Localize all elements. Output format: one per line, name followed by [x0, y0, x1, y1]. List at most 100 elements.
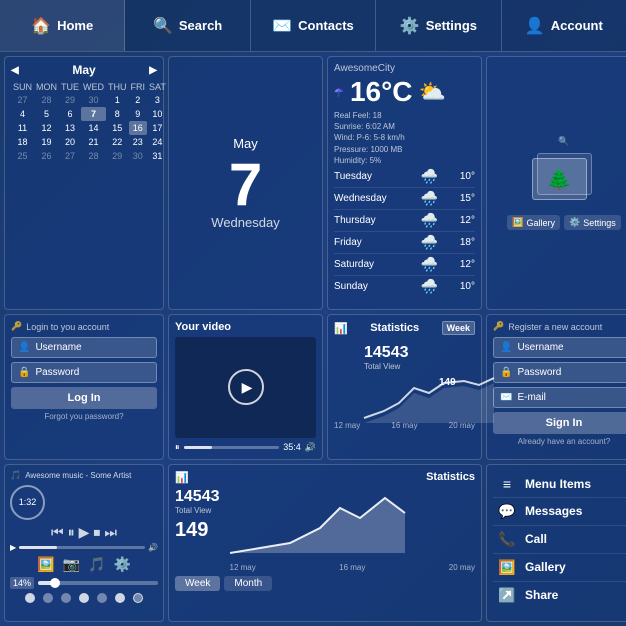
- calendar-day[interactable]: 6: [59, 107, 81, 121]
- calendar-day[interactable]: 28: [81, 149, 106, 163]
- calendar-day[interactable]: 17: [147, 121, 168, 135]
- menu-item-messages[interactable]: 💬 Messages: [493, 498, 626, 526]
- calendar-day[interactable]: 8: [106, 107, 129, 121]
- dot-2[interactable]: [43, 593, 53, 603]
- calendar-day[interactable]: 12: [34, 121, 59, 135]
- calendar-day[interactable]: 31: [147, 149, 168, 163]
- calendar-day[interactable]: 5: [34, 107, 59, 121]
- media-image-icon[interactable]: 🖼️: [37, 556, 54, 573]
- stats1-chart: 14543 Total View 149: [334, 339, 475, 419]
- calendar-day[interactable]: 20: [59, 135, 81, 149]
- video-pause-icon[interactable]: ⏸: [175, 442, 180, 453]
- dot-7[interactable]: [133, 593, 143, 603]
- register-button[interactable]: Sign In: [493, 412, 626, 434]
- video-area[interactable]: ▶: [175, 337, 316, 437]
- play-button[interactable]: ▶: [228, 369, 264, 405]
- forecast-day: Saturday: [334, 259, 399, 270]
- calendar-day[interactable]: 9: [129, 107, 148, 121]
- calendar-day[interactable]: 7: [81, 107, 106, 121]
- video-time: 35:4: [283, 442, 301, 452]
- menu-item-menu-items[interactable]: ≡ Menu Items: [493, 471, 626, 498]
- calendar-day[interactable]: 30: [129, 149, 148, 163]
- login-button[interactable]: Log In: [11, 387, 157, 409]
- calendar-day[interactable]: 21: [81, 135, 106, 149]
- calendar-day[interactable]: 30: [81, 93, 106, 107]
- username-field[interactable]: 👤 Username: [11, 337, 157, 358]
- calendar-day[interactable]: 27: [11, 93, 34, 107]
- nav-search[interactable]: 🔍 Search: [125, 0, 250, 51]
- nav-contacts[interactable]: ✉️ Contacts: [251, 0, 376, 51]
- calendar-day[interactable]: 16: [129, 121, 148, 135]
- nav-home[interactable]: 🏠 Home: [0, 0, 125, 51]
- settings-button[interactable]: ⚙️ Settings: [564, 215, 621, 230]
- dot-6[interactable]: [115, 593, 125, 603]
- percent-thumb[interactable]: [50, 578, 60, 588]
- gallery-button[interactable]: 🖼️ Gallery: [507, 215, 560, 230]
- music-progress-bar[interactable]: [19, 546, 145, 549]
- percent-slider[interactable]: [38, 581, 158, 585]
- forecast-temp: 15°: [460, 193, 475, 204]
- forgot-password-link[interactable]: Forgot you password?: [11, 412, 157, 421]
- nav-search-label: Search: [179, 18, 222, 33]
- calendar-day[interactable]: 10: [147, 107, 168, 121]
- calendar-day[interactable]: 29: [106, 149, 129, 163]
- calendar-day[interactable]: 2: [129, 93, 148, 107]
- nav-account[interactable]: 👤 Account: [502, 0, 626, 51]
- menu-item-call[interactable]: 📞 Call: [493, 526, 626, 554]
- music-stop-button[interactable]: ⏹: [93, 524, 100, 541]
- calendar-week-row: 27282930123: [11, 93, 168, 107]
- calendar-day[interactable]: 25: [11, 149, 34, 163]
- calendar-day[interactable]: 13: [59, 121, 81, 135]
- video-volume-icon[interactable]: 🔊: [305, 442, 316, 453]
- cal-day-header: TUE: [59, 81, 81, 93]
- menu-item-gallery[interactable]: 🖼️ Gallery: [493, 554, 626, 582]
- calendar-day[interactable]: 15: [106, 121, 129, 135]
- calendar-day[interactable]: 29: [59, 93, 81, 107]
- media-music-icon[interactable]: 🎵: [88, 556, 105, 573]
- calendar-day[interactable]: 18: [11, 135, 34, 149]
- nav-settings[interactable]: ⚙️ Settings: [376, 0, 501, 51]
- contacts-icon: ✉️: [272, 16, 292, 36]
- dot-4[interactable]: [79, 593, 89, 603]
- register-password-field[interactable]: 🔒 Password: [493, 362, 626, 383]
- dot-5[interactable]: [97, 593, 107, 603]
- calendar-day[interactable]: 23: [129, 135, 148, 149]
- register-username-field[interactable]: 👤 Username: [493, 337, 626, 358]
- register-email-field[interactable]: ✉️ E-mail: [493, 387, 626, 408]
- menu-item-share[interactable]: ↗️ Share: [493, 582, 626, 609]
- calendar-prev[interactable]: ◀: [11, 65, 19, 76]
- calendar-day[interactable]: 24: [147, 135, 168, 149]
- calendar-day[interactable]: 14: [81, 121, 106, 135]
- video-progress-bar[interactable]: [184, 446, 280, 449]
- calendar-day[interactable]: 27: [59, 149, 81, 163]
- calendar-day[interactable]: 3: [147, 93, 168, 107]
- calendar-day[interactable]: 1: [106, 93, 129, 107]
- music-next-button[interactable]: ⏭: [104, 524, 117, 541]
- dot-3[interactable]: [61, 593, 71, 603]
- media-gear-icon[interactable]: ⚙️: [113, 556, 130, 573]
- calendar-day[interactable]: 19: [34, 135, 59, 149]
- password-field[interactable]: 🔒 Password: [11, 362, 157, 383]
- music-play-small-icon[interactable]: ▶: [10, 543, 16, 552]
- music-prev-button[interactable]: ⏮: [51, 524, 64, 541]
- stats1-panel: 📊 Statistics Week 14543 Total View 149 1…: [327, 314, 482, 459]
- stats2-month-tab[interactable]: Month: [224, 576, 272, 591]
- dot-1[interactable]: [25, 593, 35, 603]
- calendar-day[interactable]: 11: [11, 121, 34, 135]
- calendar-day[interactable]: 28: [34, 93, 59, 107]
- stats2-week-tab[interactable]: Week: [175, 576, 220, 591]
- music-note-icon: 🎵: [10, 470, 21, 481]
- calendar-next[interactable]: ▶: [149, 65, 157, 76]
- media-photo-icon[interactable]: 📷: [63, 556, 80, 573]
- already-account-link[interactable]: Already have an account?: [493, 437, 626, 446]
- settings-small-icon: ⚙️: [569, 217, 580, 228]
- stats1-dropdown[interactable]: Week: [442, 321, 475, 335]
- music-play-button[interactable]: ▶: [79, 524, 90, 541]
- calendar-day[interactable]: 4: [11, 107, 34, 121]
- messages-icon: 💬: [497, 503, 517, 520]
- calendar-day[interactable]: 22: [106, 135, 129, 149]
- calendar-day[interactable]: 26: [34, 149, 59, 163]
- music-pause-button[interactable]: ⏸: [68, 524, 75, 541]
- music-volume-icon[interactable]: 🔊: [148, 543, 158, 552]
- stats1-total: 14543: [364, 344, 409, 362]
